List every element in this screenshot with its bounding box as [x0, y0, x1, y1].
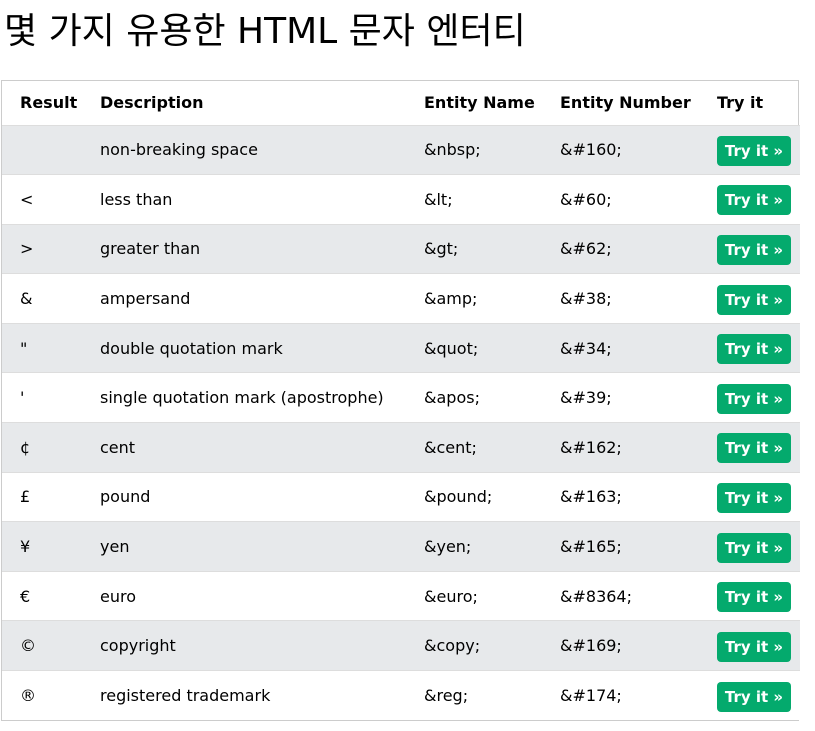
- try-it-cell: Try it »: [700, 174, 800, 225]
- try-it-cell: Try it »: [700, 670, 800, 721]
- table-header: Result Description Entity Name Entity Nu…: [2, 81, 800, 126]
- table-row: ¢ cent &cent; &#162; Try it »: [2, 422, 800, 473]
- try-it-cell: Try it »: [700, 472, 800, 523]
- entity-name-cell: &pound;: [407, 472, 543, 523]
- entity-number-cell: &#174;: [543, 670, 700, 721]
- try-it-cell: Try it »: [700, 372, 800, 424]
- entity-number-cell: &#38;: [543, 273, 700, 324]
- table-row: ® registered trademark &reg; &#174; Try …: [2, 670, 800, 721]
- entity-number-cell: &#169;: [543, 620, 700, 672]
- entity-name-cell: &yen;: [407, 521, 543, 572]
- result-cell: [2, 125, 83, 176]
- entity-name-cell: &amp;: [407, 273, 543, 324]
- description-cell: copyright: [83, 620, 407, 672]
- result-cell: ©: [2, 620, 83, 672]
- entity-table-container: Result Description Entity Name Entity Nu…: [1, 80, 800, 722]
- entity-number-cell: &#62;: [543, 224, 700, 275]
- entity-name-cell: &cent;: [407, 422, 543, 473]
- try-it-button[interactable]: Try it »: [717, 383, 791, 414]
- table-row: < less than &lt; &#60; Try it »: [2, 174, 800, 225]
- result-cell: ': [2, 372, 83, 424]
- result-cell: ¥: [2, 521, 83, 572]
- try-it-cell: Try it »: [700, 323, 800, 374]
- description-cell: single quotation mark (apostrophe): [83, 372, 407, 424]
- description-cell: euro: [83, 571, 407, 622]
- page-title: 몇 가지 유용한 HTML 문자 엔터티: [4, 11, 526, 52]
- entity-number-cell: &#160;: [543, 125, 700, 176]
- entity-name-cell: &euro;: [407, 571, 543, 622]
- entity-name-cell: &lt;: [407, 174, 543, 225]
- try-it-cell: Try it »: [700, 620, 800, 672]
- try-it-button[interactable]: Try it »: [717, 631, 791, 662]
- description-cell: greater than: [83, 224, 407, 275]
- description-cell: non-breaking space: [83, 125, 407, 176]
- result-cell: <: [2, 174, 83, 225]
- entity-number-cell: &#8364;: [543, 571, 700, 622]
- description-cell: ampersand: [83, 273, 407, 324]
- entity-number-cell: &#163;: [543, 472, 700, 523]
- result-cell: &: [2, 273, 83, 324]
- try-it-cell: Try it »: [700, 521, 800, 572]
- table-row: £ pound &pound; &#163; Try it »: [2, 472, 800, 523]
- header-entity-number: Entity Number: [543, 81, 700, 126]
- entity-number-cell: &#165;: [543, 521, 700, 572]
- try-it-button[interactable]: Try it »: [717, 135, 791, 166]
- entity-name-cell: &quot;: [407, 323, 543, 374]
- entity-number-cell: &#162;: [543, 422, 700, 473]
- description-cell: cent: [83, 422, 407, 473]
- try-it-button[interactable]: Try it »: [717, 284, 791, 315]
- description-cell: pound: [83, 472, 407, 523]
- result-cell: ¢: [2, 422, 83, 473]
- result-cell: ": [2, 323, 83, 374]
- table-row: non-breaking space &nbsp; &#160; Try it …: [2, 125, 800, 176]
- table-row: & ampersand &amp; &#38; Try it »: [2, 273, 800, 324]
- entity-name-cell: &nbsp;: [407, 125, 543, 176]
- description-cell: yen: [83, 521, 407, 572]
- result-cell: £: [2, 472, 83, 523]
- entity-number-cell: &#60;: [543, 174, 700, 225]
- table-row: > greater than &gt; &#62; Try it »: [2, 224, 800, 275]
- try-it-button[interactable]: Try it »: [717, 433, 791, 464]
- try-it-button[interactable]: Try it »: [717, 532, 791, 563]
- table-row: ' single quotation mark (apostrophe) &ap…: [2, 372, 800, 424]
- result-cell: €: [2, 571, 83, 622]
- description-cell: less than: [83, 174, 407, 225]
- entity-table: Result Description Entity Name Entity Nu…: [2, 81, 800, 721]
- try-it-button[interactable]: Try it »: [717, 234, 791, 265]
- try-it-cell: Try it »: [700, 422, 800, 473]
- table-row: ¥ yen &yen; &#165; Try it »: [2, 521, 800, 572]
- entity-name-cell: &copy;: [407, 620, 543, 672]
- header-entity-name: Entity Name: [407, 81, 543, 126]
- header-result: Result: [2, 81, 83, 126]
- entity-number-cell: &#39;: [543, 372, 700, 424]
- result-cell: >: [2, 224, 83, 275]
- try-it-button[interactable]: Try it »: [717, 334, 791, 365]
- header-row: Result Description Entity Name Entity Nu…: [2, 81, 800, 126]
- header-description: Description: [83, 81, 407, 126]
- try-it-button[interactable]: Try it »: [717, 681, 791, 712]
- entity-number-cell: &#34;: [543, 323, 700, 374]
- table-row: © copyright &copy; &#169; Try it »: [2, 620, 800, 672]
- try-it-button[interactable]: Try it »: [717, 482, 791, 513]
- entity-name-cell: &reg;: [407, 670, 543, 721]
- table-body: non-breaking space &nbsp; &#160; Try it …: [2, 125, 800, 721]
- table-row: € euro &euro; &#8364; Try it »: [2, 571, 800, 622]
- try-it-cell: Try it »: [700, 571, 800, 622]
- description-cell: double quotation mark: [83, 323, 407, 374]
- entity-name-cell: &gt;: [407, 224, 543, 275]
- result-cell: ®: [2, 670, 83, 721]
- try-it-button[interactable]: Try it »: [717, 582, 791, 613]
- header-try-it: Try it: [700, 81, 800, 126]
- entity-name-cell: &apos;: [407, 372, 543, 424]
- description-cell: registered trademark: [83, 670, 407, 721]
- try-it-cell: Try it »: [700, 273, 800, 324]
- try-it-button[interactable]: Try it »: [717, 185, 791, 216]
- table-row: " double quotation mark &quot; &#34; Try…: [2, 323, 800, 374]
- try-it-cell: Try it »: [700, 224, 800, 275]
- try-it-cell: Try it »: [700, 125, 800, 176]
